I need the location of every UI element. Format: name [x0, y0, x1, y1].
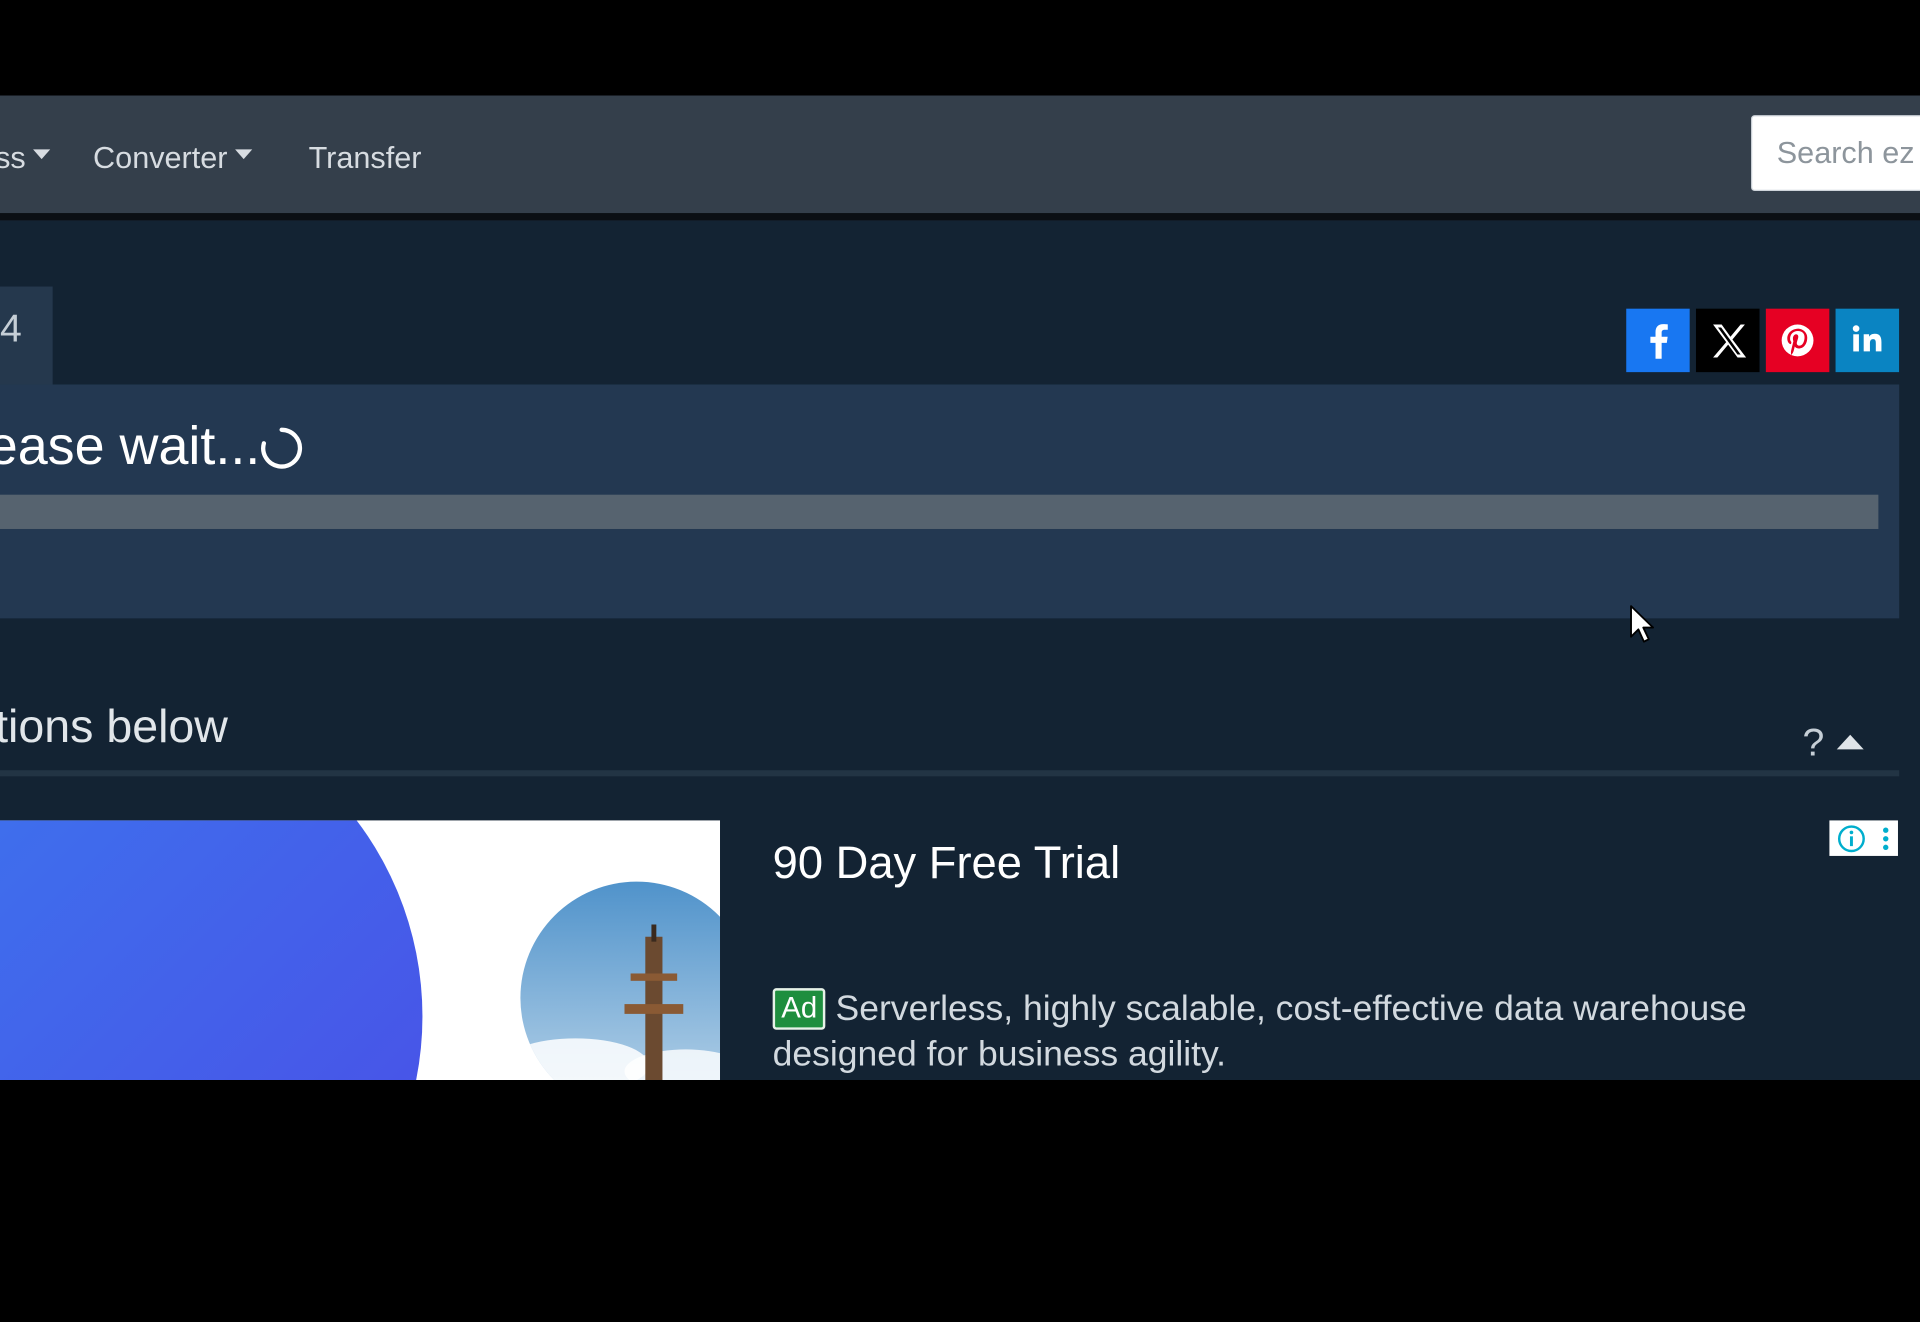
ad-choices[interactable]	[1829, 820, 1898, 856]
nav-item-partial-dropdown[interactable]: ss	[0, 137, 51, 179]
progress-bar	[0, 494, 1879, 529]
top-black-bar	[0, 0, 1920, 96]
nav-item-transfer[interactable]: Transfer	[309, 137, 422, 179]
ad-description: Ad Serverless, highly scalable, cost-effe…	[772, 987, 1875, 1078]
share-pinterest-button[interactable]	[1765, 308, 1830, 373]
more-options-icon[interactable]	[1879, 823, 1891, 852]
pinterest-icon	[1765, 308, 1830, 373]
tab-partial[interactable]: 4	[0, 286, 53, 385]
navbar: ss Converter Transfer	[0, 95, 1920, 221]
nav-item-label: ss	[0, 140, 26, 176]
please-wait-text: ease wait...	[0, 416, 261, 477]
nav-item-converter[interactable]: Converter	[93, 137, 252, 179]
nav-item-label: Transfer	[308, 140, 422, 176]
info-icon[interactable]	[1836, 823, 1865, 852]
ad-description-text: Serverless, highly scalable, cost-effect…	[772, 989, 1747, 1074]
nav-item-label: Converter	[93, 140, 228, 176]
loading-spinner-icon	[261, 427, 303, 469]
ad-title-link[interactable]: 90 Day Free Trial	[773, 838, 1120, 889]
x-icon	[1695, 308, 1760, 373]
tab-partial-label: 4	[0, 306, 22, 351]
ad-badge: Ad	[772, 988, 826, 1030]
share-x-button[interactable]	[1695, 308, 1760, 373]
page: ss Converter Transfer 4	[0, 0, 1920, 1081]
options-heading: tions below	[0, 701, 228, 754]
linkedin-icon	[1835, 308, 1900, 373]
section-divider	[0, 770, 1900, 777]
ad-artwork	[0, 820, 721, 1081]
share-facebook-button[interactable]	[1626, 308, 1690, 373]
collapse-up-icon[interactable]	[1836, 734, 1864, 750]
mouse-cursor-icon	[1630, 605, 1654, 643]
status-panel: ease wait...	[0, 384, 1900, 619]
facebook-icon	[1626, 308, 1690, 373]
ad-image[interactable]	[0, 820, 721, 1081]
caret-down-icon	[234, 149, 252, 160]
share-linkedin-button[interactable]	[1835, 308, 1900, 373]
search-input[interactable]	[1751, 115, 1920, 192]
help-icon[interactable]: ?	[1802, 720, 1824, 765]
caret-down-icon	[33, 149, 51, 160]
